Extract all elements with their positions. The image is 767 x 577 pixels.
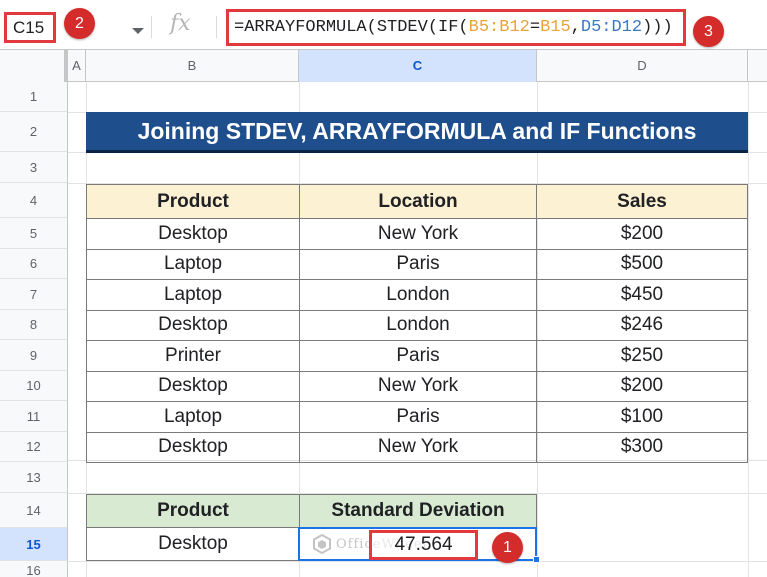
table-row: Desktop New York $200	[86, 370, 748, 402]
cell-location[interactable]: Paris	[299, 340, 537, 372]
header-sales[interactable]: Sales	[536, 184, 748, 219]
table-row: Laptop Paris $500	[86, 248, 748, 280]
row-header-2[interactable]: 2	[0, 112, 68, 152]
formula-text: ,	[570, 18, 581, 37]
formula-ref: B5:B12	[468, 18, 530, 37]
cell-sales[interactable]: $100	[536, 401, 748, 433]
cell-sales[interactable]: $246	[536, 309, 748, 341]
table-header-row: Product Location Sales	[86, 184, 748, 219]
row-header-7[interactable]: 7	[0, 279, 68, 310]
formula-text: )))	[642, 18, 673, 37]
cell-location[interactable]: Paris	[299, 401, 537, 433]
cell-location[interactable]: Paris	[299, 248, 537, 280]
annotation-badge-2: 2	[64, 8, 95, 39]
header-product[interactable]: Product	[86, 184, 300, 219]
row-header-12[interactable]: 12	[0, 432, 68, 462]
cell-product[interactable]: Laptop	[86, 401, 300, 433]
cell-sales[interactable]: $300	[536, 431, 748, 463]
header-standard-deviation[interactable]: Standard Deviation	[299, 494, 537, 528]
row-header-4[interactable]: 4	[0, 183, 68, 218]
row-header-10[interactable]: 10	[0, 371, 68, 401]
name-box[interactable]: C15	[4, 12, 56, 43]
cell-product[interactable]: Desktop	[86, 527, 300, 561]
formula-ref: D5:D12	[580, 18, 643, 37]
row-header-16[interactable]: 16	[0, 561, 68, 577]
row-header-8[interactable]: 8	[0, 310, 68, 340]
separator	[151, 16, 152, 38]
cell-product[interactable]: Desktop	[86, 218, 300, 250]
row-header-3[interactable]: 3	[0, 152, 68, 183]
cell-location[interactable]: New York	[299, 370, 537, 402]
table-header-row: Product Standard Deviation	[86, 494, 537, 528]
sheet-title-banner: Joining STDEV, ARRAYFORMULA and IF Funct…	[86, 112, 748, 153]
chevron-down-icon[interactable]	[132, 28, 144, 34]
table-row: Laptop London $450	[86, 279, 748, 311]
table-row: Desktop New York $200	[86, 218, 748, 250]
cell-product[interactable]: Laptop	[86, 279, 300, 311]
column-header-row: A B C D	[0, 50, 767, 82]
sales-table: Product Location Sales Desktop New York …	[86, 184, 748, 463]
formula-text: =ARRAYFORMULA(STDEV(IF(	[234, 18, 469, 37]
formula-input[interactable]: =ARRAYFORMULA(STDEV(IF(B5:B12=B15,D5:D12…	[226, 9, 686, 46]
cell-location[interactable]: London	[299, 279, 537, 311]
table-row: Desktop London $246	[86, 309, 748, 341]
cell-location[interactable]: New York	[299, 431, 537, 463]
cell-sales[interactable]: $450	[536, 279, 748, 311]
cell-sales[interactable]: $200	[536, 370, 748, 402]
row-header-15[interactable]: 15	[0, 528, 68, 561]
row-header-6[interactable]: 6	[0, 249, 68, 279]
cell-sales[interactable]: $250	[536, 340, 748, 372]
column-header-c[interactable]: C	[299, 50, 537, 82]
table-row: Desktop New York $300	[86, 431, 748, 463]
annotation-badge-1: 1	[492, 532, 523, 563]
table-row: Printer Paris $250	[86, 340, 748, 372]
cell-product[interactable]: Desktop	[86, 370, 300, 402]
result-value: 47.564	[369, 530, 478, 560]
fx-icon: fx	[170, 11, 191, 36]
table-row: Laptop Paris $100	[86, 401, 748, 433]
cell-sales[interactable]: $500	[536, 248, 748, 280]
row-header-1[interactable]: 1	[0, 82, 68, 112]
separator	[216, 16, 217, 38]
row-header-11[interactable]: 11	[0, 401, 68, 432]
cell-product[interactable]: Laptop	[86, 248, 300, 280]
row-header-14[interactable]: 14	[0, 493, 68, 528]
header-product[interactable]: Product	[86, 494, 300, 528]
formula-ref: B15	[540, 18, 571, 37]
annotation-badge-3: 3	[693, 16, 724, 47]
row-header-13[interactable]: 13	[0, 462, 68, 493]
select-all-corner[interactable]	[0, 50, 68, 82]
column-header-d[interactable]: D	[537, 50, 748, 82]
cell-sales[interactable]: $200	[536, 218, 748, 250]
row-header-9[interactable]: 9	[0, 340, 68, 371]
cell-location[interactable]: New York	[299, 218, 537, 250]
formula-text: =	[529, 18, 541, 37]
cell-product[interactable]: Desktop	[86, 309, 300, 341]
cell-product[interactable]: Desktop	[86, 431, 300, 463]
column-header-a[interactable]: A	[68, 50, 86, 82]
cell-product[interactable]: Printer	[86, 340, 300, 372]
cell-location[interactable]: London	[299, 309, 537, 341]
formula-bar: C15 2 fx =ARRAYFORMULA(STDEV(IF(B5:B12=B…	[0, 0, 767, 50]
header-location[interactable]: Location	[299, 184, 537, 219]
row-header-5[interactable]: 5	[0, 218, 68, 249]
column-header-b[interactable]: B	[86, 50, 299, 82]
fill-handle[interactable]	[533, 556, 540, 563]
